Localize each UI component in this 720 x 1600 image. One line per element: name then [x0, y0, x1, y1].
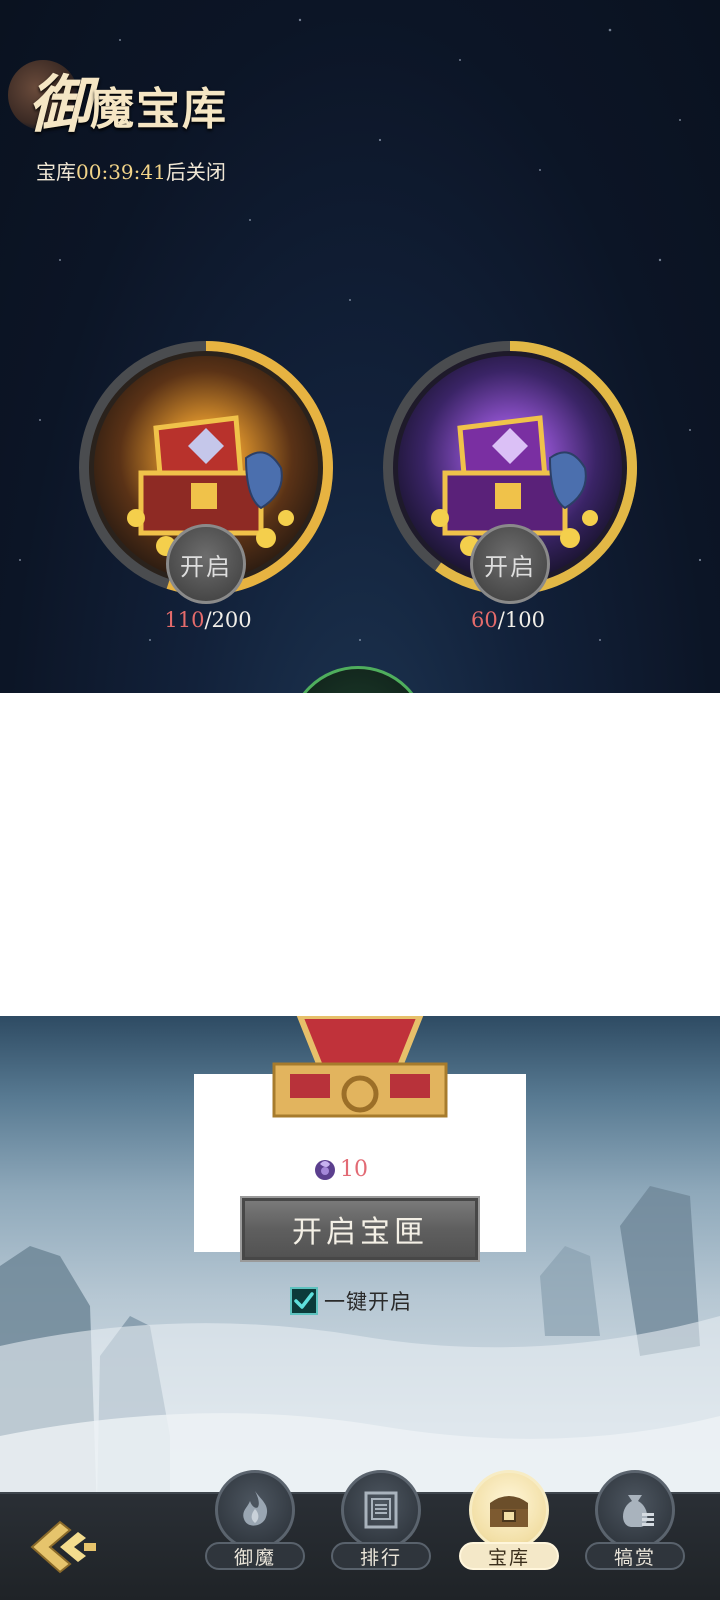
one-key-label: 一键开启 [324, 1290, 412, 1314]
timer-prefix: 宝库 [36, 160, 76, 184]
nav-disc [595, 1470, 675, 1550]
nav-disc [469, 1470, 549, 1550]
check-icon [294, 1292, 314, 1309]
nav-disc [341, 1470, 421, 1550]
page-title: 御 魔宝库 [28, 72, 228, 138]
open-treasure-box-button[interactable]: 开启宝匣 [240, 1196, 480, 1262]
back-arrow-icon[interactable] [26, 1516, 100, 1578]
cost-value: 10 [340, 1156, 368, 1182]
chest-progress-gold: 110/200 [138, 608, 278, 632]
open-cost: 10 [312, 1156, 368, 1182]
close-timer: 宝库00:39:41后关闭 [36, 156, 226, 185]
one-key-open-option[interactable]: 一键开启 [290, 1286, 412, 1316]
chest-preview-icon [272, 1016, 448, 1118]
ranking-scroll-icon [364, 1491, 398, 1529]
reward-bag-icon [623, 1495, 654, 1527]
chest-slot-gold[interactable]: 开启 [76, 338, 336, 604]
timer-suffix: 后关闭 [165, 160, 226, 184]
chest-slot-purple[interactable]: 开启 [380, 338, 640, 604]
flame-icon [243, 1491, 268, 1526]
nav-label: 排行 [331, 1542, 431, 1570]
treasury-panel: 御 魔宝库 宝库00:39:41后关闭 开启 110/200 开启 60/100 [0, 0, 720, 693]
open-chest-button-purple[interactable]: 开启 [470, 524, 550, 604]
page-title-first: 御 [28, 68, 91, 141]
progress-current: 110 [164, 608, 205, 632]
progress-total: /200 [204, 608, 252, 632]
one-key-checkbox[interactable] [290, 1287, 318, 1315]
progress-total: /100 [497, 608, 545, 632]
nav-item-ranking[interactable]: 排行 [326, 1470, 436, 1590]
nav-disc [215, 1470, 295, 1550]
nav-item-reward[interactable]: 犒赏 [580, 1470, 690, 1590]
chest-progress-purple: 60/100 [438, 608, 578, 632]
nav-label: 犒赏 [585, 1542, 685, 1570]
nav-item-yumo[interactable]: 御魔 [200, 1470, 310, 1590]
page-title-rest: 魔宝库 [90, 84, 229, 135]
nav-label: 御魔 [205, 1542, 305, 1570]
treasure-chest-icon [490, 1496, 528, 1527]
nav-label: 宝库 [459, 1542, 559, 1570]
spirit-gem-icon [315, 1160, 335, 1180]
open-chest-button-gold[interactable]: 开启 [166, 524, 246, 604]
nav-item-treasury[interactable]: 宝库 [454, 1470, 564, 1590]
countdown: 00:39:41 [76, 160, 166, 184]
progress-current: 60 [471, 608, 498, 632]
